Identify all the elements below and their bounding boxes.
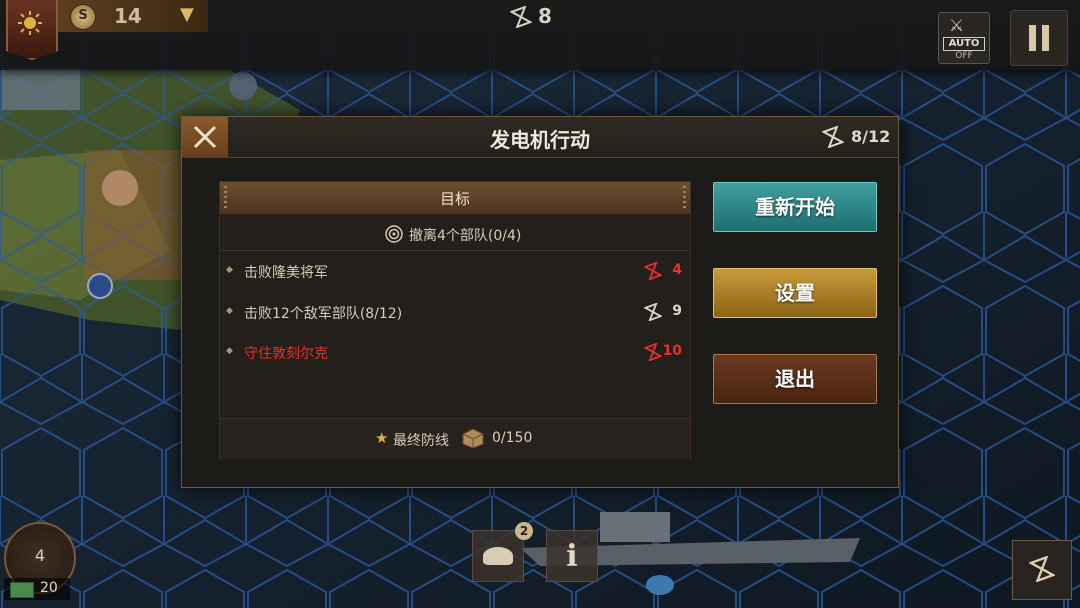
end-turn-button[interactable]: [1012, 540, 1072, 600]
supply-crate-icon: [462, 428, 484, 449]
restart-button[interactable]: 重新开始: [713, 182, 877, 232]
reward-value: 0/150: [492, 430, 533, 446]
reserve-count: 4: [34, 546, 46, 565]
objectives-title: 目标: [439, 190, 470, 208]
main-objective: 撤离4个部队(0/4): [220, 218, 690, 251]
hourglass-icon: [644, 262, 662, 280]
bullet-icon: ◆: [226, 306, 233, 316]
auto-state: OFF: [955, 51, 973, 61]
sun-emblem-icon: [18, 11, 42, 35]
hourglass-icon: [644, 303, 662, 321]
dialog-title: 发电机行动: [490, 128, 590, 152]
reward-bar: ★ 最终防线 0/150: [220, 418, 690, 459]
hourglass-icon: [644, 343, 662, 361]
supply-value: 20: [40, 580, 58, 596]
objective-text: 击败隆美将军: [244, 265, 328, 281]
settings-button[interactable]: 设置: [713, 268, 877, 318]
cash-icon: [10, 582, 34, 598]
main-objective-text: 撤离4个部队(0/4): [409, 228, 522, 244]
mission-dialog: 发电机行动 8/12 目标 撤离4个部队(0/4) ◆ 击败隆美将军 4 ◆ 击…: [181, 116, 899, 488]
auto-label: AUTO: [943, 37, 985, 51]
dialog-header: 发电机行动 8/12: [182, 117, 898, 158]
objective-text: 守住敦刻尔克: [244, 346, 328, 362]
info-icon: i: [566, 539, 578, 574]
bullet-icon: ◆: [226, 265, 233, 275]
officer-count-badge: 2: [515, 522, 533, 540]
pause-icon: [1029, 25, 1036, 51]
officer-cap-icon: [483, 547, 513, 565]
exit-button[interactable]: 退出: [713, 354, 877, 404]
list-item: ◆ 击败隆美将军 4: [226, 262, 682, 281]
dialog-turns-value: 8/12: [851, 127, 891, 146]
crossed-rifles-icon: ⚔: [949, 16, 965, 36]
coin-icon: S: [70, 4, 96, 30]
officer-button[interactable]: [472, 530, 524, 582]
pause-button[interactable]: [1010, 10, 1068, 66]
objectives-header: 目标: [220, 182, 690, 215]
hourglass-icon: [822, 126, 844, 148]
coin-count: 14: [114, 4, 142, 28]
supply-counter: 20: [4, 578, 70, 600]
chevron-down-icon[interactable]: ▼: [180, 4, 194, 25]
coin-panel[interactable]: S 14 ▼: [58, 0, 208, 32]
star-icon: ★: [375, 429, 389, 447]
auto-battle-button[interactable]: ⚔ AUTO OFF: [938, 12, 990, 64]
objective-text: 击败12个敌军部队(8/12): [244, 306, 403, 322]
bullet-icon: ◆: [226, 346, 233, 356]
hourglass-icon: [510, 6, 532, 28]
top-bar: S 14 ▼ 8 ⚔ AUTO OFF: [0, 0, 1080, 70]
general-emblem[interactable]: [6, 0, 58, 60]
list-item: ◆ 守住敦刻尔克 10: [226, 343, 682, 362]
turn-number: 8: [538, 4, 552, 28]
list-item: ◆ 击败12个敌军部队(8/12) 9: [226, 303, 682, 322]
objectives-panel: 目标 撤离4个部队(0/4) ◆ 击败隆美将军 4 ◆ 击败12个敌军部队(8/: [219, 181, 691, 459]
target-icon: [385, 225, 403, 243]
reward-label: 最终防线: [393, 433, 449, 449]
info-button[interactable]: i: [546, 530, 598, 582]
hourglass-icon: [1029, 556, 1055, 582]
